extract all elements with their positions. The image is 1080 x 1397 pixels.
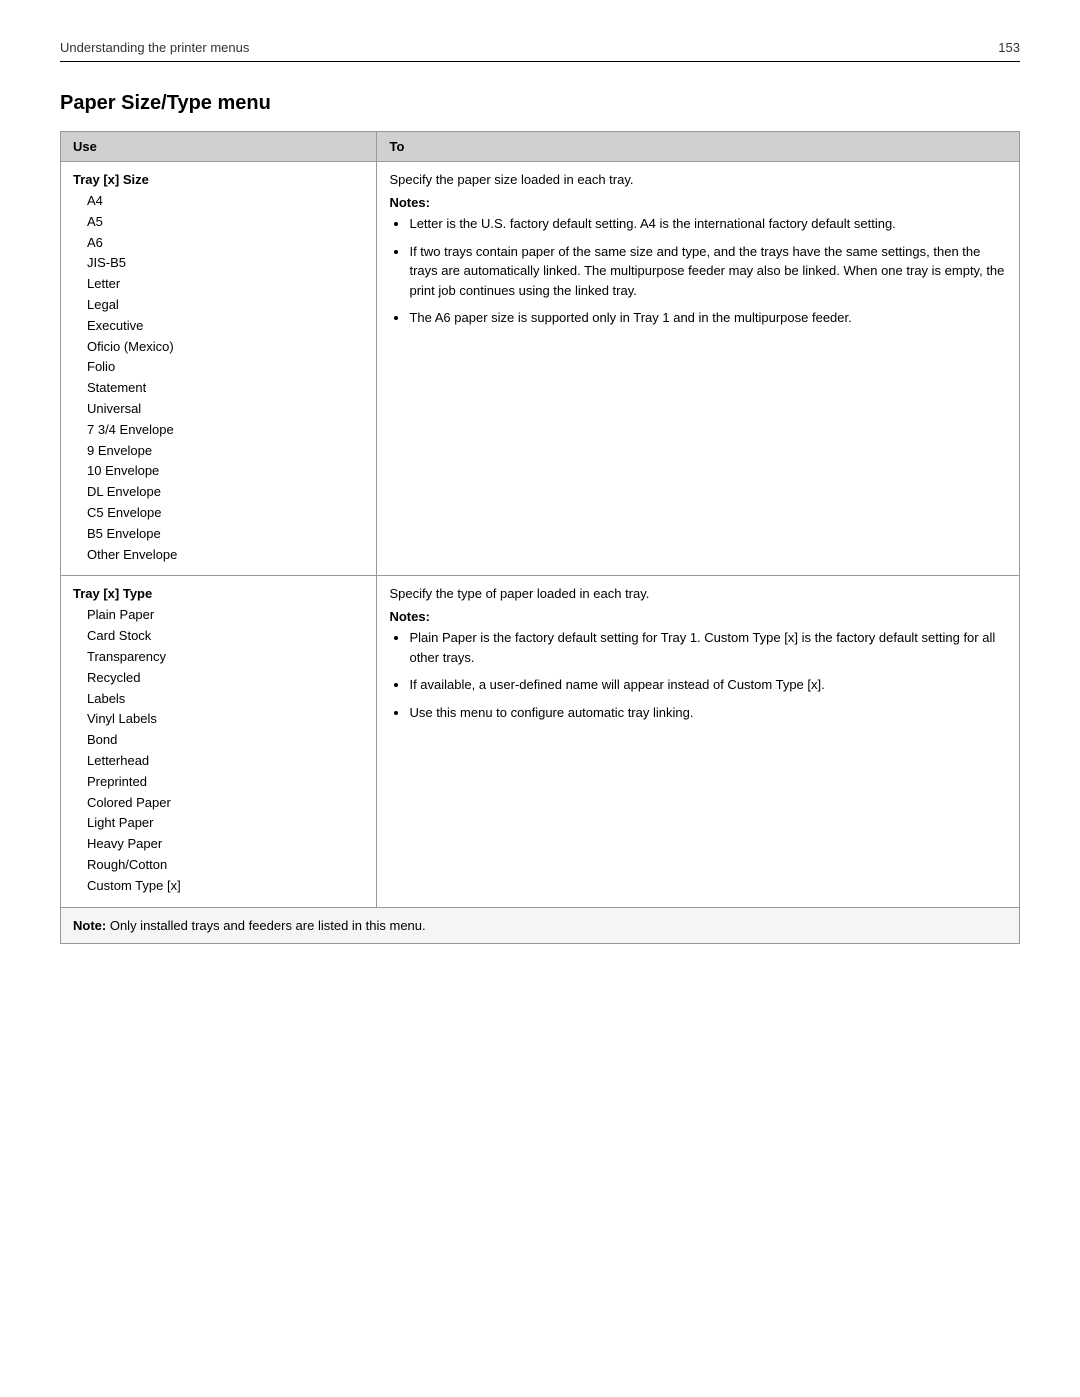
list-item: Letterhead	[73, 751, 364, 772]
col-use-header: Use	[61, 132, 377, 162]
list-item: A4	[73, 191, 364, 212]
list-item: Other Envelope	[73, 545, 364, 566]
list-item: Bond	[73, 730, 364, 751]
section-title: Paper Size/Type menu	[60, 92, 1020, 115]
size-notes-list: Letter is the U.S. factory default setti…	[389, 214, 1007, 328]
list-item: C5 Envelope	[73, 503, 364, 524]
list-item: The A6 paper size is supported only in T…	[409, 308, 1007, 328]
list-item: Universal	[73, 399, 364, 420]
list-item: A6	[73, 233, 364, 254]
footer-note-text: Only installed trays and feeders are lis…	[110, 918, 426, 933]
list-item: Legal	[73, 295, 364, 316]
list-item: If available, a user-defined name will a…	[409, 675, 1007, 695]
type-to-intro: Specify the type of paper loaded in each…	[389, 586, 1007, 601]
list-item: Folio	[73, 357, 364, 378]
list-item: Letter is the U.S. factory default setti…	[409, 214, 1007, 234]
list-item: Executive	[73, 316, 364, 337]
type-notes-list: Plain Paper is the factory default setti…	[389, 628, 1007, 722]
page-header-title: Understanding the printer menus	[60, 40, 249, 55]
list-item: Light Paper	[73, 813, 364, 834]
list-item: Oficio (Mexico)	[73, 337, 364, 358]
list-item: Preprinted	[73, 772, 364, 793]
list-item: Statement	[73, 378, 364, 399]
tray-type-label: Tray [x] Type	[73, 586, 364, 601]
list-item: Transparency	[73, 647, 364, 668]
col-to-header: To	[377, 132, 1020, 162]
size-notes-label: Notes:	[389, 195, 1007, 210]
list-item: A5	[73, 212, 364, 233]
tray-size-label: Tray [x] Size	[73, 172, 364, 187]
list-item: Labels	[73, 689, 364, 710]
list-item: JIS-B5	[73, 253, 364, 274]
type-items: Plain PaperCard StockTransparencyRecycle…	[73, 605, 364, 896]
list-item: Rough/Cotton	[73, 855, 364, 876]
list-item: 9 Envelope	[73, 441, 364, 462]
list-item: If two trays contain paper of the same s…	[409, 242, 1007, 301]
size-to-intro: Specify the paper size loaded in each tr…	[389, 172, 1007, 187]
page-number: 153	[998, 40, 1020, 55]
list-item: Colored Paper	[73, 793, 364, 814]
list-item: Plain Paper	[73, 605, 364, 626]
use-cell-type: Tray [x] Type Plain PaperCard StockTrans…	[61, 576, 377, 907]
page-header: Understanding the printer menus 153	[60, 40, 1020, 62]
list-item: 10 Envelope	[73, 461, 364, 482]
list-item: Heavy Paper	[73, 834, 364, 855]
footer-note: Note: Only installed trays and feeders a…	[61, 907, 1020, 943]
list-item: Card Stock	[73, 626, 364, 647]
list-item: Use this menu to configure automatic tra…	[409, 703, 1007, 723]
to-cell-size: Specify the paper size loaded in each tr…	[377, 162, 1020, 576]
list-item: Vinyl Labels	[73, 709, 364, 730]
type-notes-label: Notes:	[389, 609, 1007, 624]
table-row: Tray [x] Type Plain PaperCard StockTrans…	[61, 576, 1020, 907]
list-item: 7 3/4 Envelope	[73, 420, 364, 441]
list-item: DL Envelope	[73, 482, 364, 503]
list-item: Plain Paper is the factory default setti…	[409, 628, 1007, 667]
list-item: Custom Type [x]	[73, 876, 364, 897]
use-cell-size: Tray [x] Size A4A5A6JIS-B5LetterLegalExe…	[61, 162, 377, 576]
to-cell-type: Specify the type of paper loaded in each…	[377, 576, 1020, 907]
list-item: Letter	[73, 274, 364, 295]
footer-row: Note: Only installed trays and feeders a…	[61, 907, 1020, 943]
list-item: B5 Envelope	[73, 524, 364, 545]
list-item: Recycled	[73, 668, 364, 689]
table-row: Tray [x] Size A4A5A6JIS-B5LetterLegalExe…	[61, 162, 1020, 576]
main-table: Use To Tray [x] Size A4A5A6JIS-B5LetterL…	[60, 131, 1020, 944]
size-items: A4A5A6JIS-B5LetterLegalExecutiveOficio (…	[73, 191, 364, 565]
